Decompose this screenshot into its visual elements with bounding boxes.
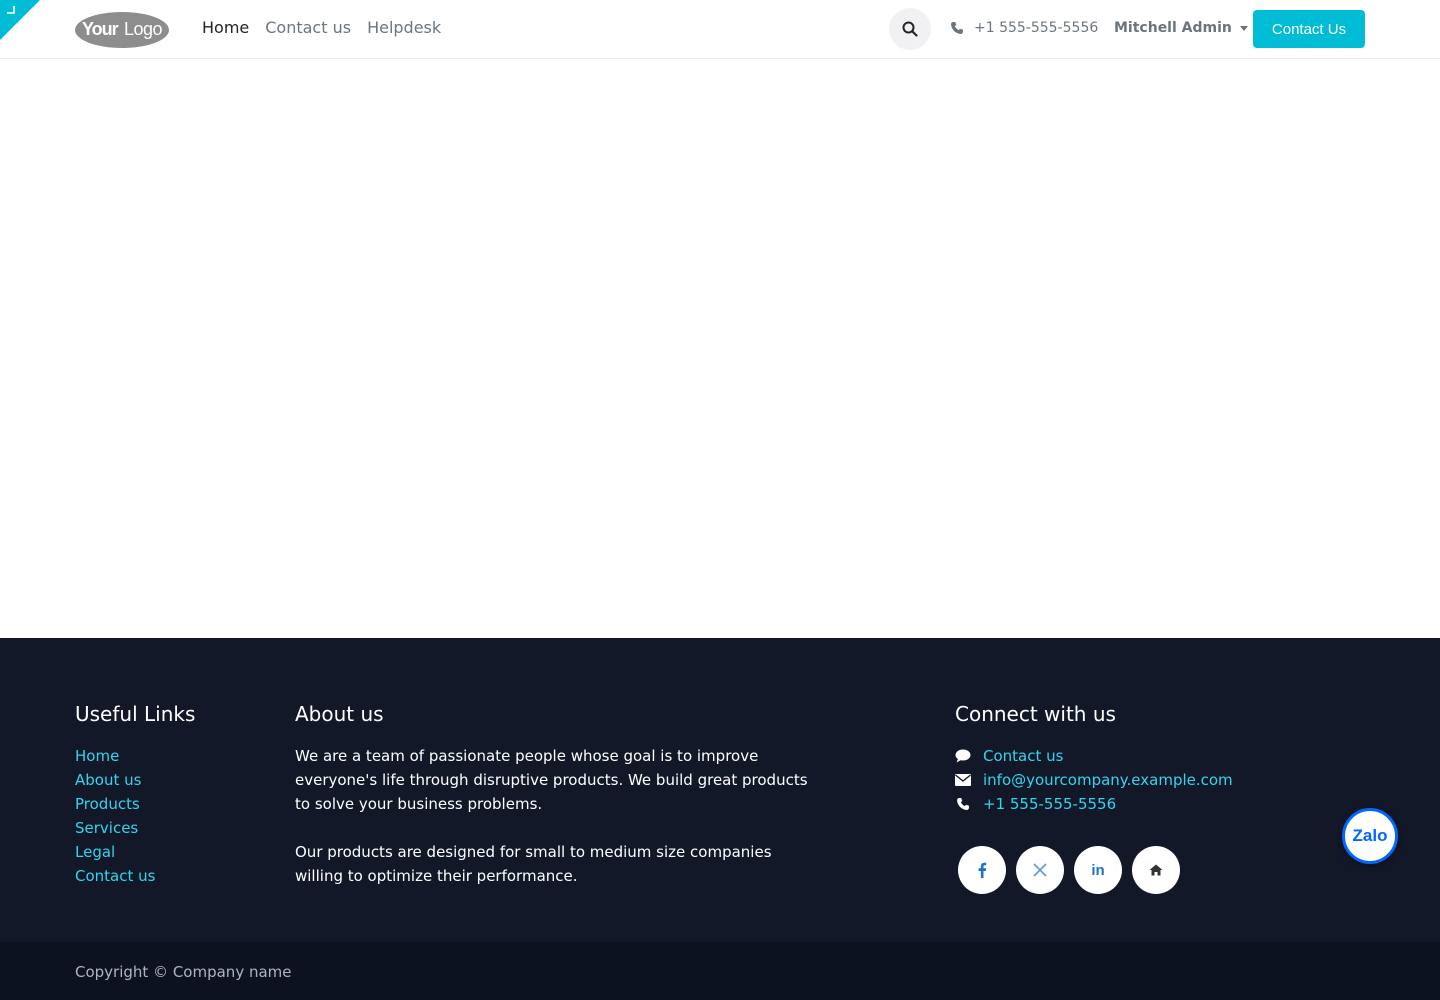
footer-bottom-bar: Copyright © Company name: [0, 942, 1440, 1000]
connect-item-phone: +1 555-555-5556: [955, 792, 1233, 816]
footer-link-services[interactable]: Services: [75, 819, 138, 837]
connect-title: Connect with us: [955, 702, 1116, 726]
zalo-label: Zalo: [1352, 826, 1388, 845]
chevron-down-icon: [1239, 25, 1248, 31]
facebook-icon: [978, 862, 987, 878]
site-header: Your Logo Home Contact us Helpdesk +1 55…: [0, 0, 1440, 59]
useful-links-list: Home About us Products Services Legal Co…: [75, 744, 195, 888]
envelope-icon: [955, 772, 971, 788]
x-icon: [1033, 863, 1047, 877]
footer-link-about-us[interactable]: About us: [75, 771, 141, 789]
connect-phone-link[interactable]: +1 555-555-5556: [983, 792, 1116, 816]
nav-home[interactable]: Home: [202, 18, 249, 37]
connect-list: Contact us info@yourcompany.example.com …: [955, 744, 1233, 816]
phone-icon: [955, 796, 971, 812]
site-footer: Useful Links Home About us Products Serv…: [0, 638, 1440, 942]
x-button[interactable]: [1016, 846, 1064, 894]
phone-icon: [951, 22, 963, 34]
footer-link-home[interactable]: Home: [75, 747, 119, 765]
connect-email-link[interactable]: info@yourcompany.example.com: [983, 768, 1233, 792]
footer-link-contact-us[interactable]: Contact us: [75, 867, 155, 885]
linkedin-button[interactable]: in: [1074, 846, 1122, 894]
connect-item-email: info@yourcompany.example.com: [955, 768, 1233, 792]
comment-icon: [955, 748, 971, 764]
about-paragraph-2: Our products are designed for small to m…: [295, 843, 772, 885]
connect-item-contact: Contact us: [955, 744, 1233, 768]
home-icon: [1149, 864, 1163, 876]
contact-us-button[interactable]: Contact Us: [1253, 10, 1365, 48]
search-icon: [902, 21, 918, 37]
search-button[interactable]: [889, 8, 931, 50]
corner-arrow-icon: [7, 6, 15, 14]
logo-icon: Your Logo: [75, 12, 169, 48]
header-phone-number: +1 555-555-5556: [974, 20, 1099, 36]
header-phone[interactable]: +1 555-555-5556: [950, 20, 1098, 36]
about-section: About us We are a team of passionate peo…: [295, 702, 820, 888]
connect-contact-link[interactable]: Contact us: [983, 744, 1063, 768]
user-menu[interactable]: Mitchell Admin: [1114, 20, 1248, 36]
footer-link-products[interactable]: Products: [75, 795, 140, 813]
about-title: About us: [295, 702, 384, 726]
useful-links-section: Useful Links Home About us Products Serv…: [75, 702, 195, 888]
social-links: in: [958, 846, 1233, 894]
home-button[interactable]: [1132, 846, 1180, 894]
nav-helpdesk[interactable]: Helpdesk: [367, 18, 441, 37]
connect-section: Connect with us Contact us info@yourcomp…: [955, 702, 1233, 894]
svg-text:Logo: Logo: [124, 19, 163, 39]
zalo-chat-button[interactable]: Zalo: [1342, 808, 1398, 864]
linkedin-icon: in: [1091, 861, 1105, 879]
user-name: Mitchell Admin: [1114, 20, 1232, 36]
nav-contact-us[interactable]: Contact us: [265, 18, 351, 37]
facebook-button[interactable]: [958, 846, 1006, 894]
footer-link-legal[interactable]: Legal: [75, 843, 115, 861]
about-paragraph-1: We are a team of passionate people whose…: [295, 747, 808, 813]
site-logo[interactable]: Your Logo: [74, 9, 170, 49]
main-nav: Home Contact us Helpdesk: [202, 18, 441, 37]
copyright-text: Copyright © Company name: [75, 963, 292, 981]
useful-links-title: Useful Links: [75, 702, 196, 726]
svg-text:Your: Your: [82, 19, 119, 39]
